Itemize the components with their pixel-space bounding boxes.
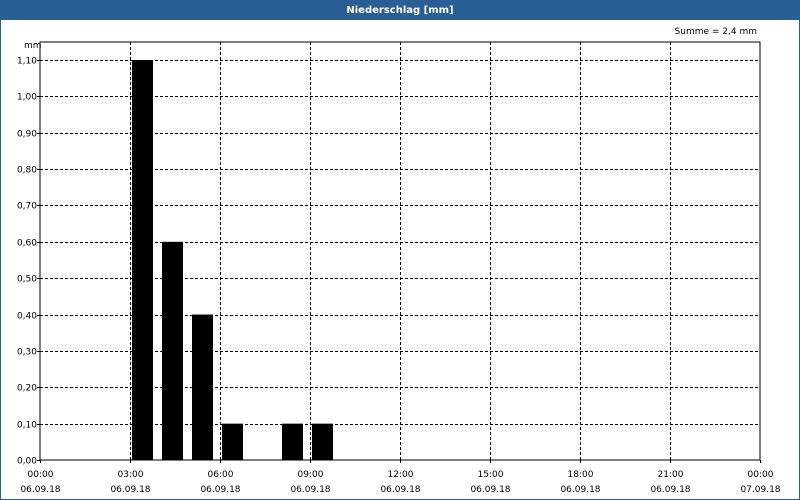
x-tick-time-label: 15:00 bbox=[478, 470, 504, 480]
y-tick-label: 0,80 bbox=[17, 166, 37, 176]
precipitation-bar bbox=[162, 241, 183, 460]
x-tick-time-label: 06:00 bbox=[208, 470, 234, 480]
x-tick-time-label: 09:00 bbox=[298, 470, 324, 480]
precipitation-bar bbox=[312, 423, 333, 460]
y-tick-label: 0,00 bbox=[17, 457, 37, 467]
x-tick-date-label: 06.09.18 bbox=[380, 485, 420, 495]
precipitation-bar bbox=[222, 423, 243, 460]
precipitation-bar bbox=[282, 423, 303, 460]
y-tick-label: 0,50 bbox=[17, 275, 37, 285]
x-tick-date-label: 06.09.18 bbox=[560, 485, 600, 495]
x-tick-date-label: 06.09.18 bbox=[290, 485, 330, 495]
y-tick-label: 1,00 bbox=[17, 93, 37, 103]
x-tick-time-label: 00:00 bbox=[748, 470, 774, 480]
precipitation-chart: 0,00 0,10 0,20 0,30 0,40 0,50 0,60 0,70 0,80 0,90… bbox=[17, 27, 781, 495]
x-tick-time-label: 12:00 bbox=[388, 470, 414, 480]
y-tick-label: 0,60 bbox=[17, 239, 37, 249]
x-tick-date-label: 06.09.18 bbox=[470, 485, 510, 495]
y-tick-label: 0,30 bbox=[17, 348, 37, 358]
y-tick-label: 0,90 bbox=[17, 130, 37, 140]
x-axis: 00:00 06.09.18 03:00 06.09.18 06:00 06.09.18 0… bbox=[20, 460, 781, 495]
y-tick-label: 0,70 bbox=[17, 202, 37, 212]
x-tick-date-label: 07.09.18 bbox=[740, 485, 780, 495]
y-tick-label: 0,10 bbox=[17, 421, 37, 431]
y-tick-label: 1,10 bbox=[17, 57, 37, 67]
x-tick-time-label: 00:00 bbox=[28, 470, 54, 480]
y-axis: 0,00 0,10 0,20 0,30 0,40 0,50 0,60 0,70 0,80 0,90… bbox=[17, 57, 40, 467]
x-tick-date-label: 06.09.18 bbox=[650, 485, 690, 495]
x-tick-time-label: 18:00 bbox=[568, 470, 594, 480]
y-tick-label: 0,20 bbox=[17, 384, 37, 394]
y-tick-label: 0,40 bbox=[17, 312, 37, 322]
precipitation-bar bbox=[192, 314, 213, 460]
x-tick-date-label: 06.09.18 bbox=[200, 485, 240, 495]
x-tick-time-label: 03:00 bbox=[118, 470, 144, 480]
x-tick-date-label: 06.09.18 bbox=[110, 485, 150, 495]
y-axis-unit-label: mm bbox=[24, 41, 42, 51]
x-tick-date-label: 06.09.18 bbox=[20, 485, 60, 495]
sum-annotation: Summe = 2,4 mm bbox=[675, 27, 757, 37]
x-tick-time-label: 21:00 bbox=[658, 470, 684, 480]
precipitation-bar bbox=[132, 60, 153, 460]
